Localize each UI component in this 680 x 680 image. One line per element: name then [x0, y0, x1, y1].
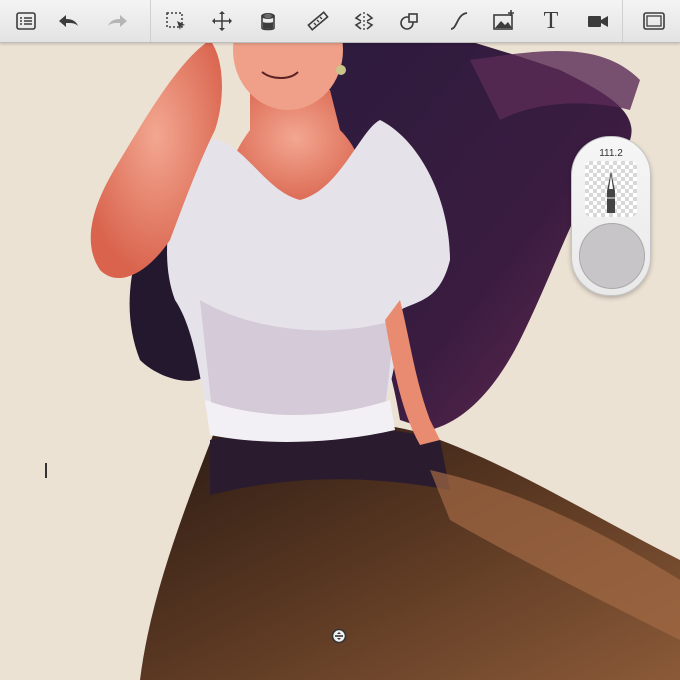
ruler-button[interactable] [303, 6, 333, 36]
redo-arrow-icon [108, 15, 127, 27]
fill-bucket-icon [261, 13, 275, 31]
brush-panel: 111.2 [571, 136, 651, 296]
image-add-icon [493, 10, 514, 30]
brush-opacity-slider[interactable] [585, 161, 637, 217]
move-arrows-icon [212, 11, 232, 31]
redo-button[interactable] [103, 6, 133, 36]
scroll-indicator-icon[interactable] [331, 628, 347, 644]
shapes-icon [400, 13, 418, 30]
toolbar-divider [622, 0, 623, 42]
fullscreen-icon [643, 12, 665, 30]
selection-icon [166, 12, 185, 30]
text-icon: T [543, 8, 559, 34]
selection-button[interactable] [161, 6, 191, 36]
shapes-button[interactable] [394, 6, 424, 36]
earring [336, 65, 346, 75]
undo-button[interactable] [53, 6, 83, 36]
video-camera-icon [588, 16, 608, 27]
import-image-button[interactable] [489, 6, 519, 36]
drawing-canvas[interactable] [0, 0, 680, 680]
layers-button[interactable] [11, 6, 41, 36]
fill-button[interactable] [253, 6, 283, 36]
brush-size-value[interactable]: 111.2 [572, 148, 650, 159]
curve-button[interactable] [444, 6, 474, 36]
color-picker-button[interactable] [579, 223, 645, 289]
toolbar: T [0, 0, 680, 43]
canvas-artwork [45, 0, 680, 680]
text-button[interactable]: T [536, 6, 566, 36]
symmetry-button[interactable] [349, 6, 379, 36]
time-lapse-button[interactable] [583, 6, 613, 36]
toolbar-divider [150, 0, 151, 42]
curve-icon [450, 12, 468, 30]
brush-opacity-icon [607, 171, 615, 213]
undo-arrow-icon [59, 15, 78, 27]
list-icon [16, 12, 36, 30]
ruler-icon [307, 11, 329, 31]
transform-button[interactable] [207, 6, 237, 36]
symmetry-icon [354, 12, 374, 30]
fullscreen-button[interactable] [639, 6, 669, 36]
